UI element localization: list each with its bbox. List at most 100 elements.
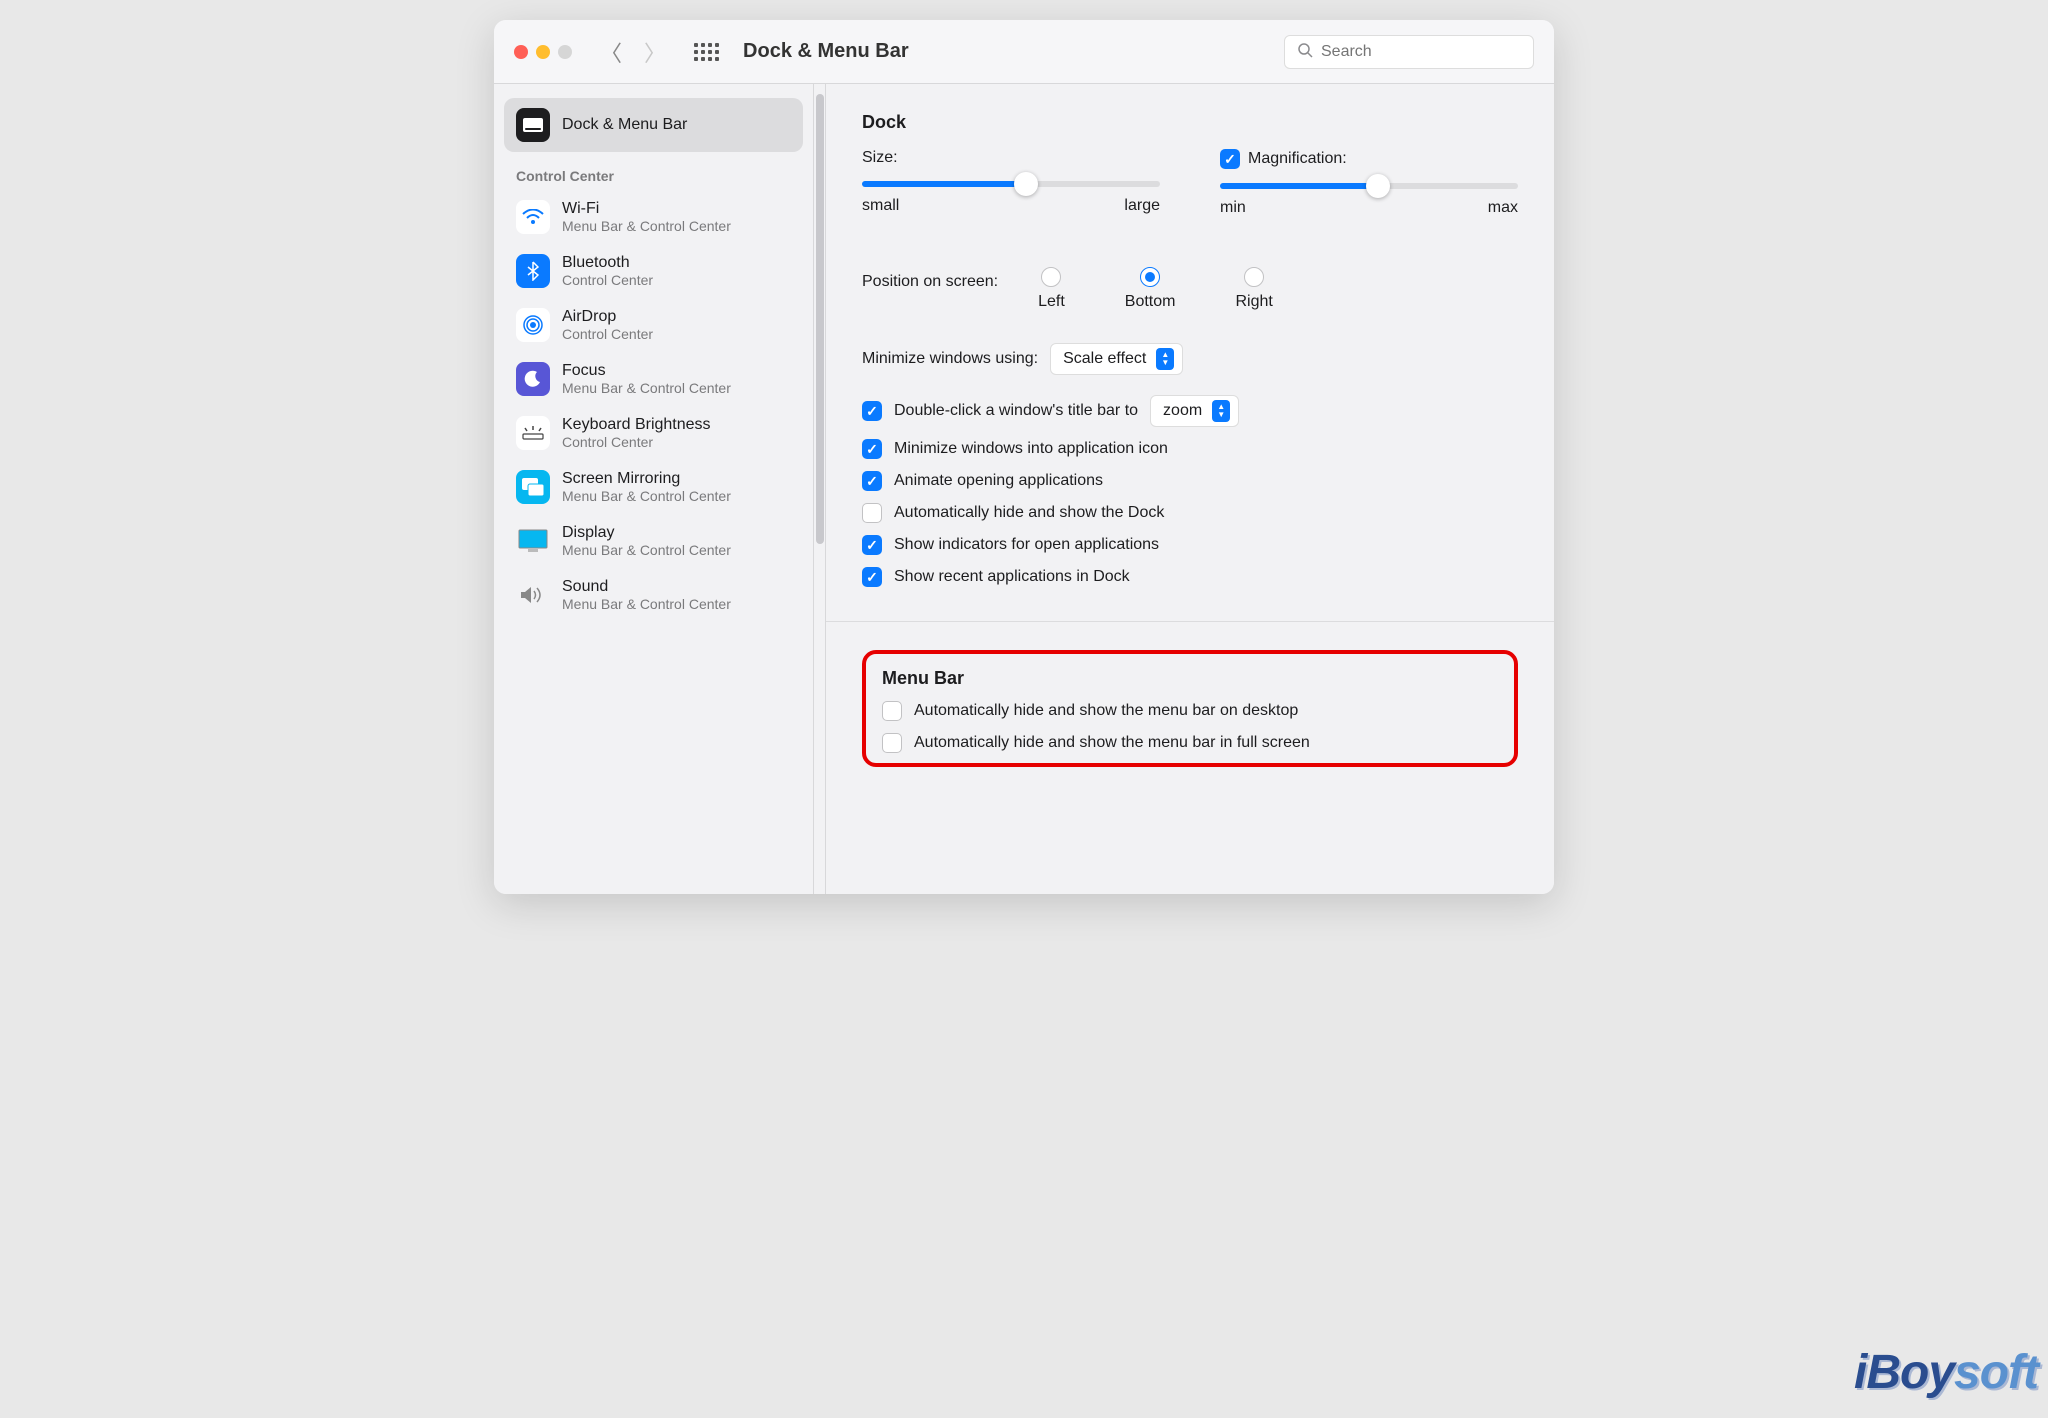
magnification-checkbox[interactable] <box>1220 149 1240 169</box>
dock-section-title: Dock <box>862 112 1518 133</box>
bluetooth-icon <box>516 254 550 288</box>
recent-apps-checkbox[interactable] <box>862 567 882 587</box>
watermark: iBoysoft <box>1854 1345 2038 1400</box>
titlebar: 〈 〉 Dock & Menu Bar <box>494 20 1554 84</box>
position-left-radio[interactable] <box>1041 267 1061 287</box>
show-all-icon[interactable] <box>694 43 719 61</box>
sidebar-item-subtitle: Menu Bar & Control Center <box>562 488 731 504</box>
position-label: Position on screen: <box>862 273 998 291</box>
nav-buttons: 〈 〉 <box>600 36 666 68</box>
magnification-slider-knob[interactable] <box>1366 174 1390 198</box>
sidebar-item-subtitle: Menu Bar & Control Center <box>562 218 731 234</box>
updown-icon: ▲▼ <box>1156 348 1174 370</box>
sidebar-item-dock-menubar[interactable]: Dock & Menu Bar <box>504 98 803 152</box>
indicators-label: Show indicators for open applications <box>894 536 1159 554</box>
position-right-label: Right <box>1235 293 1272 311</box>
sidebar-item-subtitle: Menu Bar & Control Center <box>562 542 731 558</box>
doubleclick-action-value: zoom <box>1163 402 1202 420</box>
position-bottom-label: Bottom <box>1125 293 1176 311</box>
sidebar-item-airdrop[interactable]: AirDropControl Center <box>504 298 803 352</box>
sidebar-item-sound[interactable]: SoundMenu Bar & Control Center <box>504 568 803 622</box>
hide-menubar-fullscreen-label: Automatically hide and show the menu bar… <box>914 734 1310 752</box>
sidebar-item-bluetooth[interactable]: BluetoothControl Center <box>504 244 803 298</box>
sidebar-scrollbar[interactable] <box>814 84 826 894</box>
scrollbar-thumb[interactable] <box>816 94 824 544</box>
window-controls <box>514 45 572 59</box>
maximize-icon <box>558 45 572 59</box>
sidebar-item-focus[interactable]: FocusMenu Bar & Control Center <box>504 352 803 406</box>
dock-icon <box>516 108 550 142</box>
search-icon <box>1297 42 1313 62</box>
sidebar-item-display[interactable]: DisplayMenu Bar & Control Center <box>504 514 803 568</box>
sidebar-item-label: Bluetooth <box>562 254 653 272</box>
size-max-label: large <box>1124 197 1160 215</box>
hide-menubar-fullscreen-checkbox[interactable] <box>882 733 902 753</box>
doubleclick-action-select[interactable]: zoom ▲▼ <box>1150 395 1239 427</box>
updown-icon: ▲▼ <box>1212 400 1230 422</box>
minimize-into-app-checkbox[interactable] <box>862 439 882 459</box>
doubleclick-checkbox[interactable] <box>862 401 882 421</box>
sidebar-item-label: Display <box>562 524 731 542</box>
position-bottom-radio[interactable] <box>1140 267 1160 287</box>
keyboard-brightness-icon <box>516 416 550 450</box>
sidebar-item-subtitle: Control Center <box>562 326 653 342</box>
sidebar-item-label: Screen Mirroring <box>562 470 731 488</box>
minimize-effect-select[interactable]: Scale effect ▲▼ <box>1050 343 1183 375</box>
size-slider-knob[interactable] <box>1014 172 1038 196</box>
sidebar-item-subtitle: Menu Bar & Control Center <box>562 596 731 612</box>
wifi-icon <box>516 200 550 234</box>
mag-min-label: min <box>1220 199 1246 217</box>
preferences-window: 〈 〉 Dock & Menu Bar Dock & Menu Bar Cont… <box>494 20 1554 894</box>
sidebar-item-wifi[interactable]: Wi-FiMenu Bar & Control Center <box>504 190 803 244</box>
search-input[interactable] <box>1321 43 1528 61</box>
position-left-label: Left <box>1038 293 1065 311</box>
menubar-highlight: Menu Bar Automatically hide and show the… <box>862 650 1518 767</box>
airdrop-icon <box>516 308 550 342</box>
animate-checkbox[interactable] <box>862 471 882 491</box>
autohide-dock-label: Automatically hide and show the Dock <box>894 504 1164 522</box>
minimize-into-app-label: Minimize windows into application icon <box>894 440 1168 458</box>
close-icon[interactable] <box>514 45 528 59</box>
autohide-dock-checkbox[interactable] <box>862 503 882 523</box>
minimize-using-label: Minimize windows using: <box>862 350 1038 368</box>
sidebar-item-screen-mirroring[interactable]: Screen MirroringMenu Bar & Control Cente… <box>504 460 803 514</box>
search-field[interactable] <box>1284 35 1534 69</box>
magnification-label: Magnification: <box>1248 150 1347 168</box>
size-label: Size: <box>862 149 898 167</box>
size-slider[interactable] <box>862 181 1160 187</box>
focus-icon <box>516 362 550 396</box>
size-min-label: small <box>862 197 899 215</box>
minimize-icon[interactable] <box>536 45 550 59</box>
menubar-section-title: Menu Bar <box>882 668 1498 689</box>
sidebar-item-subtitle: Control Center <box>562 272 653 288</box>
display-icon <box>516 524 550 558</box>
magnification-slider[interactable] <box>1220 183 1518 189</box>
content-pane: Dock Size: small large <box>826 84 1554 894</box>
sidebar-section-header: Control Center <box>516 168 803 184</box>
sidebar-item-subtitle: Menu Bar & Control Center <box>562 380 731 396</box>
sidebar-item-label: Wi-Fi <box>562 200 731 218</box>
mag-max-label: max <box>1488 199 1518 217</box>
size-slider-group: Size: small large <box>862 149 1160 217</box>
hide-menubar-desktop-checkbox[interactable] <box>882 701 902 721</box>
sidebar-item-label: Keyboard Brightness <box>562 416 711 434</box>
sidebar-item-label: AirDrop <box>562 308 653 326</box>
sidebar-item-label: Dock & Menu Bar <box>562 116 687 134</box>
indicators-checkbox[interactable] <box>862 535 882 555</box>
sidebar-item-subtitle: Control Center <box>562 434 711 450</box>
back-button[interactable]: 〈 <box>600 36 622 68</box>
screen-mirroring-icon <box>516 470 550 504</box>
sidebar[interactable]: Dock & Menu Bar Control Center Wi-FiMenu… <box>494 84 814 894</box>
sound-icon <box>516 578 550 612</box>
sidebar-item-label: Sound <box>562 578 731 596</box>
position-right-radio[interactable] <box>1244 267 1264 287</box>
sidebar-item-keyboard-brightness[interactable]: Keyboard BrightnessControl Center <box>504 406 803 460</box>
minimize-effect-value: Scale effect <box>1063 350 1146 368</box>
magnification-slider-group: Magnification: min max <box>1220 149 1518 217</box>
window-title: Dock & Menu Bar <box>743 40 909 63</box>
divider <box>826 621 1554 622</box>
sidebar-item-label: Focus <box>562 362 731 380</box>
animate-label: Animate opening applications <box>894 472 1103 490</box>
forward-button: 〉 <box>644 36 666 68</box>
recent-apps-label: Show recent applications in Dock <box>894 568 1130 586</box>
